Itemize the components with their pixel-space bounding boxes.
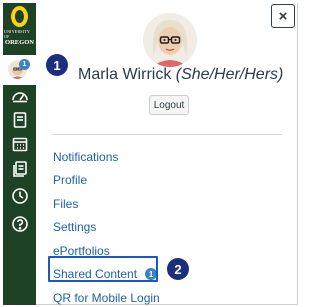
profile-avatar xyxy=(143,13,197,67)
callout-marker-2: 2 xyxy=(167,258,189,280)
callout-marker-1: 1 xyxy=(46,54,68,76)
logo-line-1: UNIVERSITY OF xyxy=(4,29,30,39)
courses-icon[interactable] xyxy=(11,111,29,129)
calendar-icon[interactable] xyxy=(11,135,29,153)
inbox-icon[interactable] xyxy=(11,160,29,178)
menu-item-label: Profile xyxy=(53,173,88,188)
menu-item-notifications[interactable]: Notifications xyxy=(53,145,160,169)
menu-item-label: Notifications xyxy=(53,149,119,164)
menu-item-label: Files xyxy=(53,196,79,211)
screenshot-frame: UNIVERSITY OF OREGON 1 × Marla Wirrick (… xyxy=(0,0,300,307)
logo-line-2: OREGON xyxy=(5,39,34,46)
logout-button[interactable]: Logout xyxy=(149,95,189,115)
university-logo[interactable]: UNIVERSITY OF OREGON xyxy=(4,5,35,49)
close-icon: × xyxy=(278,7,288,25)
menu-item-files[interactable]: Files xyxy=(53,192,160,216)
user-full-name: Marla Wirrick xyxy=(78,66,172,83)
history-icon[interactable] xyxy=(11,187,29,205)
notification-badge: 1 xyxy=(19,59,30,70)
account-menu: Notifications Profile Files Settings ePo… xyxy=(53,145,160,307)
oregon-o-logo-icon xyxy=(11,6,28,27)
menu-item-profile[interactable]: Profile xyxy=(53,169,160,193)
close-button[interactable]: × xyxy=(271,4,295,28)
shared-content-highlight xyxy=(48,256,158,282)
menu-item-qr-mobile-login[interactable]: QR for Mobile Login xyxy=(53,286,160,307)
menu-item-settings[interactable]: Settings xyxy=(53,216,160,240)
dashboard-icon[interactable] xyxy=(11,87,29,105)
menu-item-label: QR for Mobile Login xyxy=(53,290,160,305)
divider xyxy=(52,134,282,135)
nav-account-item[interactable]: 1 xyxy=(3,55,36,85)
help-icon[interactable] xyxy=(11,215,29,233)
user-name: Marla Wirrick (She/Her/Hers) xyxy=(78,66,283,84)
user-pronouns: (She/Her/Hers) xyxy=(175,66,284,83)
global-navigation: UNIVERSITY OF OREGON 1 xyxy=(3,3,36,305)
menu-item-label: Settings xyxy=(53,220,97,235)
